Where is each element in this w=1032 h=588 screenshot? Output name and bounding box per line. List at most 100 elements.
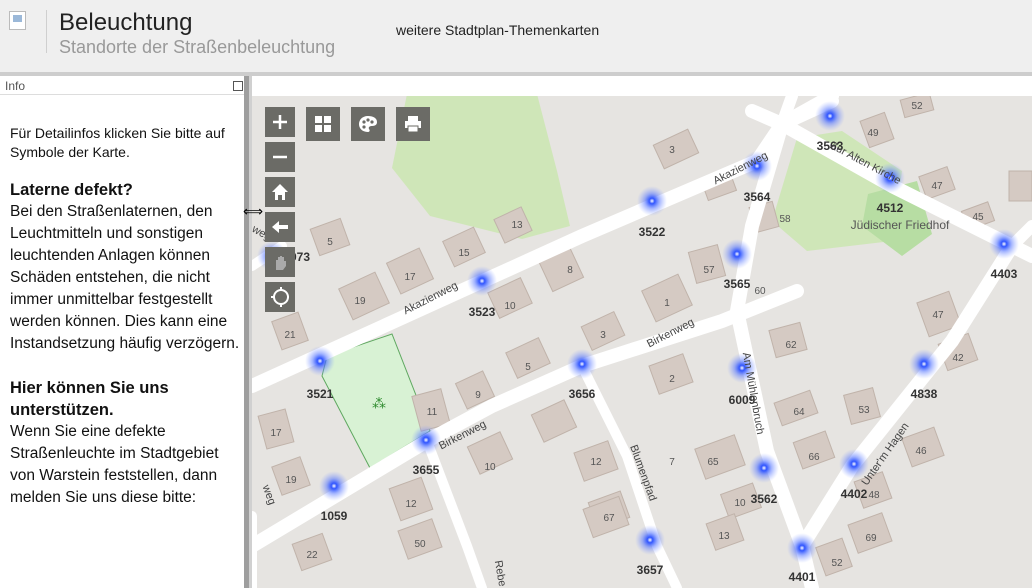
lamp-id-label: 3656 bbox=[569, 387, 596, 401]
lamp-id-label: 3564 bbox=[744, 190, 771, 204]
lamp-id-label: 4838 bbox=[911, 387, 938, 401]
house-number-label: 53 bbox=[858, 405, 870, 416]
lamp-marker-3523[interactable] bbox=[467, 266, 497, 296]
zoom-out-button[interactable] bbox=[265, 142, 295, 172]
info-panel: Info Für Detailinfos klicken Sie bitte a… bbox=[0, 76, 244, 588]
house-number-label: 2 bbox=[669, 374, 675, 385]
lamp-id-label: 4402 bbox=[841, 487, 868, 501]
lamp-marker-4403[interactable] bbox=[989, 229, 1019, 259]
info-heading-defect: Laterne defekt? bbox=[10, 181, 133, 199]
house-number-label: 13 bbox=[718, 531, 730, 542]
resize-cursor-icon: ⟺ bbox=[243, 203, 264, 219]
house-number-label: 13 bbox=[511, 220, 523, 231]
house-number-label: 10 bbox=[734, 498, 746, 509]
house-number-label: 67 bbox=[603, 513, 615, 524]
app-header: Beleuchtung Standorte der Straßenbeleuch… bbox=[0, 0, 1032, 72]
house-number-label: 9 bbox=[475, 390, 481, 401]
info-heading-support: Hier können Sie uns unterstützen. bbox=[10, 379, 169, 419]
crosshair-icon bbox=[271, 287, 289, 307]
zoom-in-button[interactable] bbox=[265, 107, 295, 137]
lamp-marker-4838[interactable] bbox=[909, 349, 939, 379]
house-number-label: 12 bbox=[405, 499, 417, 510]
printer-icon bbox=[405, 116, 421, 133]
house-number-label: 46 bbox=[915, 446, 927, 457]
lamp-id-label: 3521 bbox=[307, 387, 334, 401]
map-top-strip bbox=[252, 76, 1032, 96]
house-number-label: 49 bbox=[867, 128, 879, 139]
lamp-marker-1059[interactable] bbox=[319, 471, 349, 501]
header-divider bbox=[46, 10, 47, 53]
house-number-label: 5 bbox=[327, 237, 333, 248]
feature-symbol-icon[interactable]: ⁂ bbox=[372, 395, 386, 411]
pan-button[interactable] bbox=[265, 247, 295, 277]
lamp-id-label: 3655 bbox=[413, 463, 440, 477]
splitter-grip[interactable] bbox=[244, 76, 249, 588]
house-number-label: 58 bbox=[779, 214, 791, 225]
house-number-label: 3 bbox=[600, 330, 606, 341]
lamp-marker-3521[interactable] bbox=[305, 346, 335, 376]
info-hint: Für Detailinfos klicken Sie bitte auf Sy… bbox=[10, 125, 225, 160]
place-name-label: Jüdischer Friedhof bbox=[851, 218, 950, 232]
lamp-id-label: 4512 bbox=[877, 201, 904, 215]
basemap-button[interactable] bbox=[306, 107, 340, 141]
lamp-id-label: 4403 bbox=[991, 267, 1018, 281]
info-panel-divider bbox=[0, 94, 244, 95]
house-number-label: 21 bbox=[284, 330, 296, 341]
page-subtitle: Standorte der Straßenbeleuchtung bbox=[59, 37, 336, 57]
lamp-id-label: 4401 bbox=[789, 570, 816, 584]
plus-icon bbox=[273, 115, 287, 129]
house-number-label: 48 bbox=[868, 490, 880, 501]
lamp-marker-3562[interactable] bbox=[749, 453, 779, 483]
lamp-marker-3565[interactable] bbox=[722, 239, 752, 269]
lamp-marker-3657[interactable] bbox=[635, 525, 665, 555]
house-number-label: 64 bbox=[793, 407, 805, 418]
lamp-id-label: 3562 bbox=[751, 492, 778, 506]
house-number-label: 52 bbox=[831, 558, 843, 569]
house-number-label: 17 bbox=[270, 428, 282, 439]
minus-icon bbox=[273, 155, 287, 159]
info-body-defect: Bei den Straßenlaternen, den Leuchtmitte… bbox=[10, 203, 240, 352]
lamp-marker-3656[interactable] bbox=[567, 349, 597, 379]
house-number-label: 57 bbox=[703, 265, 715, 276]
lamp-id-label: 3522 bbox=[639, 225, 666, 239]
theme-maps-link[interactable]: weitere Stadtplan-Themenkarten bbox=[396, 22, 599, 38]
house-number-label: 22 bbox=[306, 550, 318, 561]
arrow-left-icon bbox=[272, 221, 288, 233]
lamp-id-label: 1059 bbox=[321, 509, 348, 523]
locate-button[interactable] bbox=[265, 282, 295, 312]
lamp-marker-3563[interactable] bbox=[815, 101, 845, 131]
lamp-id-label: 3657 bbox=[637, 563, 664, 577]
house-number-label: 15 bbox=[458, 248, 470, 259]
house-number-label: 19 bbox=[285, 475, 297, 486]
house-number-label: 47 bbox=[932, 310, 944, 321]
grid-icon bbox=[315, 116, 331, 132]
house-number-label: 10 bbox=[484, 462, 496, 473]
lamp-id-label: 3523 bbox=[469, 305, 496, 319]
house-number-label: 5 bbox=[525, 362, 531, 373]
house-number-label: 17 bbox=[404, 272, 416, 283]
info-body-support: Wenn Sie eine defekte Straßenleuchte im … bbox=[10, 423, 219, 506]
house-number-label: 3 bbox=[669, 145, 675, 156]
logo-image[interactable] bbox=[9, 11, 26, 30]
back-button[interactable] bbox=[265, 212, 295, 242]
hand-icon bbox=[276, 256, 286, 270]
house-number-label: 8 bbox=[567, 265, 573, 276]
house-number-label: 66 bbox=[808, 452, 820, 463]
house-number-label: 12 bbox=[590, 457, 602, 468]
lamp-marker-3522[interactable] bbox=[637, 186, 667, 216]
house-number-label: 47 bbox=[931, 181, 943, 192]
map-view[interactable]: 3563 4512 3564 3522 3565 4403 073 3523 3521 3656 6… bbox=[252, 76, 1032, 588]
info-text: Für Detailinfos klicken Sie bitte auf Sy… bbox=[10, 124, 240, 509]
page-title: Beleuchtung bbox=[59, 9, 193, 36]
house-number-label: 52 bbox=[911, 101, 923, 112]
print-button[interactable] bbox=[396, 107, 430, 141]
house-number-label: 50 bbox=[414, 539, 426, 550]
panel-toggle-icon[interactable] bbox=[233, 81, 243, 91]
layers-button[interactable] bbox=[351, 107, 385, 141]
lamp-marker-3655[interactable] bbox=[411, 425, 441, 455]
house-number-label: 19 bbox=[354, 296, 366, 307]
map-canvas[interactable]: 35634512356435223565440307335233521 3656 6… bbox=[252, 76, 1032, 588]
lamp-id-label: 3565 bbox=[724, 277, 751, 291]
home-button[interactable] bbox=[265, 177, 295, 207]
lamp-marker-4401[interactable] bbox=[787, 533, 817, 563]
